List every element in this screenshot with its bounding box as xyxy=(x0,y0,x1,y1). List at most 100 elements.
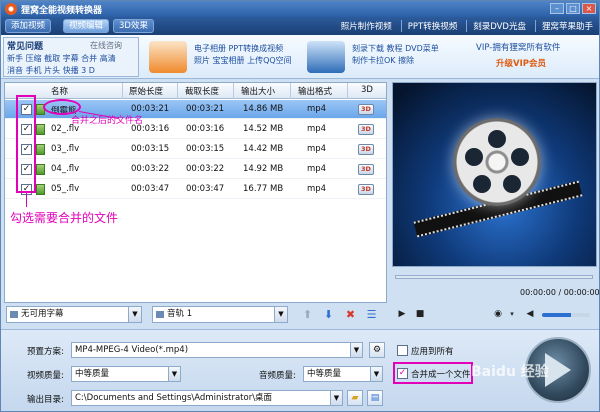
col-3d[interactable]: 3D xyxy=(361,85,373,95)
playback-time: 00:00:00 / 00:00:00 xyxy=(520,288,600,297)
promo-vip-line1[interactable]: VIP-拥有狸窝所有软件 xyxy=(476,41,560,53)
3d-badge-icon[interactable]: 3D xyxy=(358,104,374,115)
track-bar: 无可用字幕 ▼ 音轨 1 ▼ ⬆ ⬇ ✖ ☰ xyxy=(4,306,387,324)
row-name[interactable]: 04_.flv xyxy=(51,164,79,174)
row-cut-length: 00:03:16 xyxy=(186,124,225,134)
promo-vip-upgrade[interactable]: 升级VIP会员 xyxy=(496,57,546,69)
dvd-promo-icon[interactable] xyxy=(307,41,345,73)
list-view-icon[interactable]: ☰ xyxy=(365,308,378,321)
app-logo-icon xyxy=(5,3,17,15)
apply-all-label: 应用到所有 xyxy=(411,347,454,357)
apply-all-checkbox[interactable] xyxy=(397,345,408,356)
faq-links-row2[interactable]: 消音 手机 片头 快播 3 D xyxy=(7,65,95,76)
move-down-icon[interactable]: ⬇ xyxy=(322,308,335,321)
row-original-length: 00:03:15 xyxy=(131,144,170,154)
audio-track-select[interactable]: 音轨 1 ▼ xyxy=(152,306,288,323)
chevron-down-icon[interactable]: ▼ xyxy=(128,307,141,322)
row-output-format: mp4 xyxy=(307,164,327,174)
link-apple-helper[interactable]: 狸窝苹果助手 xyxy=(534,20,593,32)
audio-track-icon xyxy=(156,311,164,318)
row-output-size: 16.77 MB xyxy=(243,184,284,194)
annotation-merged-name: 合并之后的文件名 xyxy=(71,116,144,126)
row-name[interactable]: 05_.flv xyxy=(51,184,79,194)
faq-panel: 常见问题 在线咨询 新手 压缩 截取 字幕 合并 高清 消音 手机 片头 快播 … xyxy=(3,37,139,77)
link-ppt-video[interactable]: PPT转换视频 xyxy=(400,20,457,32)
folder-icon[interactable]: ▰ xyxy=(347,390,363,406)
table-row[interactable]: ✓ 03_.flv 00:03:15 00:03:15 14.42 MB mp4… xyxy=(5,140,386,159)
move-up-icon[interactable]: ⬆ xyxy=(301,308,314,321)
merge-checkbox[interactable]: ✓ xyxy=(397,368,408,379)
row-name[interactable]: 03_.flv xyxy=(51,144,79,154)
video-file-icon xyxy=(36,124,45,135)
open-folder-icon[interactable]: ▤ xyxy=(367,390,383,406)
settings-icon[interactable]: ⚙ xyxy=(369,342,385,358)
online-consult-link[interactable]: 在线咨询 xyxy=(90,40,122,51)
3d-badge-icon[interactable]: 3D xyxy=(358,164,374,175)
link-photo-video[interactable]: 照片制作视频 xyxy=(335,20,392,32)
subtitle-icon xyxy=(10,311,18,318)
promo-ppt-line2[interactable]: 照片 宝宝相册 上传QQ空间 xyxy=(194,55,292,67)
video-quality-select[interactable]: 中等质量 ▼ xyxy=(71,366,181,382)
link-dvd-burn[interactable]: 刻录DVD光盘 xyxy=(466,20,526,32)
video-file-icon xyxy=(36,144,45,155)
row-original-length: 00:03:47 xyxy=(131,184,170,194)
promo-dvd-line2[interactable]: 制作卡拉OK 擦除 xyxy=(352,55,414,67)
output-dir-value: C:\Documents and Settings\Administrator\… xyxy=(75,393,273,403)
col-original-length[interactable]: 原始长度 xyxy=(129,85,163,97)
promo-dvd-line1[interactable]: 刻录下载 教程 DVD菜单 xyxy=(352,43,439,55)
maximize-icon[interactable]: □ xyxy=(566,3,580,14)
annotation-select-files: 勾选需要合并的文件 xyxy=(10,211,119,225)
preset-select[interactable]: MP4-MPEG-4 Video(*.mp4) ▼ xyxy=(71,342,363,358)
tab-3d-effect[interactable]: 3D效果 xyxy=(113,19,154,33)
film-reel-icon xyxy=(453,118,541,206)
window-title: 狸窝全能视频转换器 xyxy=(21,6,103,16)
title-bar: 狸窝全能视频转换器 – □ × xyxy=(1,1,599,17)
promo-ppt-line1[interactable]: 电子相册 PPT转换成视频 xyxy=(194,43,283,55)
stop-icon[interactable]: ■ xyxy=(414,308,426,320)
tab-video-edit[interactable]: 视频编辑 xyxy=(63,19,110,33)
tab-add-video[interactable]: 添加视频 xyxy=(5,19,52,33)
volume-slider[interactable] xyxy=(542,313,590,317)
ppt-promo-icon[interactable] xyxy=(149,41,187,73)
3d-badge-icon[interactable]: 3D xyxy=(358,124,374,135)
main-toolbar: 添加视频 视频编辑 3D效果 照片制作视频 PPT转换视频 刻录DVD光盘 狸窝… xyxy=(1,17,599,35)
output-dir-label: 输出目录: xyxy=(27,395,64,405)
minimize-icon[interactable]: – xyxy=(550,3,564,14)
3d-badge-icon[interactable]: 3D xyxy=(358,144,374,155)
chevron-down-icon[interactable]: ▼ xyxy=(370,367,382,381)
col-cut-length[interactable]: 截取长度 xyxy=(185,85,219,97)
table-row[interactable]: ✓ 04_.flv 00:03:22 00:03:22 14.92 MB mp4… xyxy=(5,160,386,179)
volume-icon[interactable]: ◀ xyxy=(524,308,536,320)
row-cut-length: 00:03:15 xyxy=(186,144,225,154)
table-row[interactable]: ✓ 02_.flv 00:03:16 00:03:16 14.52 MB mp4… xyxy=(5,120,386,139)
audio-quality-label: 音频质量: xyxy=(259,371,296,381)
audio-quality-select[interactable]: 中等质量 ▼ xyxy=(303,366,383,382)
col-output-size[interactable]: 输出大小 xyxy=(241,85,275,97)
faq-links-row1[interactable]: 新手 压缩 截取 字幕 合并 高清 xyxy=(7,53,116,64)
delete-icon[interactable]: ✖ xyxy=(344,308,357,321)
table-row[interactable]: ✓ 05_.flv 00:03:47 00:03:47 16.77 MB mp4… xyxy=(5,180,386,199)
row-output-format: mp4 xyxy=(307,104,327,114)
col-output-format[interactable]: 输出格式 xyxy=(298,85,332,97)
video-quality-label: 视频质量: xyxy=(27,371,64,381)
play-icon[interactable]: ▶ xyxy=(396,308,408,320)
chevron-down-icon[interactable]: ▾ xyxy=(506,308,518,320)
chevron-down-icon[interactable]: ▼ xyxy=(330,391,342,405)
subtitle-value: 无可用字幕 xyxy=(21,309,64,319)
3d-badge-icon[interactable]: 3D xyxy=(358,184,374,195)
annotation-line xyxy=(26,193,27,207)
chevron-down-icon[interactable]: ▼ xyxy=(274,307,287,322)
row-output-size: 14.52 MB xyxy=(243,124,284,134)
col-name[interactable]: 名称 xyxy=(51,85,68,97)
seek-bar[interactable] xyxy=(395,275,593,279)
output-dir-input[interactable]: C:\Documents and Settings\Administrator\… xyxy=(71,390,343,406)
snapshot-icon[interactable]: ◉ xyxy=(492,308,504,320)
row-output-format: mp4 xyxy=(307,144,327,154)
row-output-size: 14.92 MB xyxy=(243,164,284,174)
chevron-down-icon[interactable]: ▼ xyxy=(168,367,180,381)
subtitle-select[interactable]: 无可用字幕 ▼ xyxy=(6,306,142,323)
close-icon[interactable]: × xyxy=(582,3,596,14)
player-controls: ▶ ■ ◉ ▾ ◀ xyxy=(392,306,597,324)
chevron-down-icon[interactable]: ▼ xyxy=(350,343,362,357)
merge-label: 合并成一个文件 xyxy=(411,370,471,380)
